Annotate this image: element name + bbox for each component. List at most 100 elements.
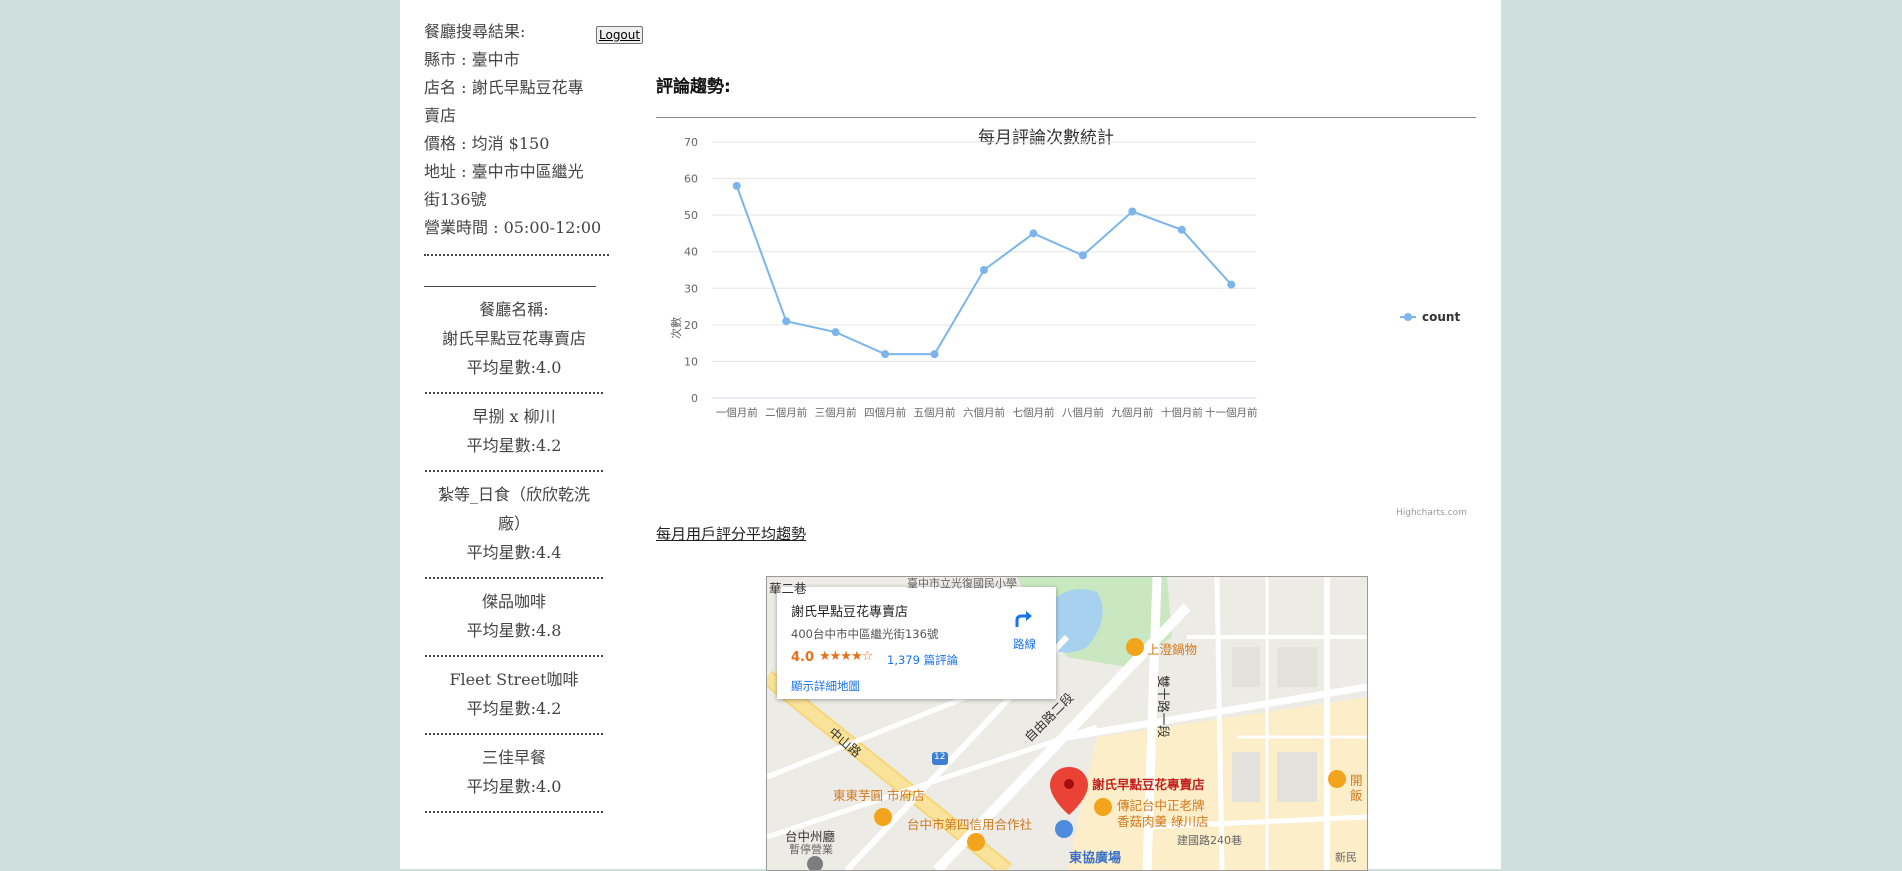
map-label-pin: 謝氏早點豆花專賣店 — [1092, 777, 1205, 792]
map-label-shuangshi: 雙十路一段 — [1155, 675, 1171, 738]
chart-legend[interactable]: count — [1400, 310, 1460, 324]
directions-icon[interactable] — [1013, 607, 1035, 629]
x-tick-label: 十一個月前 — [1205, 406, 1258, 419]
restaurant-rating: 平均星數:4.2 — [466, 699, 562, 718]
chart-title: 每月評論次數統計 — [978, 128, 1114, 148]
restaurant-poi-icon[interactable] — [967, 833, 985, 851]
page-panel: 餐廳搜尋結果: 縣市 : 臺中市 店名 : 謝氏早點豆花專 賣店 價格 : 均消… — [400, 0, 1501, 871]
restaurant-name-cont: 廠） — [497, 514, 530, 533]
info-store-name-cont: 賣店 — [424, 106, 457, 125]
y-tick-label: 50 — [684, 209, 698, 222]
info-store-name: 店名 : 謝氏早點豆花專 — [424, 78, 584, 97]
info-price: 價格 : 均消 $150 — [424, 134, 550, 153]
x-tick-label: 五個月前 — [914, 406, 956, 419]
map-label-fan: 飯 — [1350, 788, 1363, 803]
x-tick-label: 七個月前 — [1012, 406, 1054, 419]
restaurant-list: 餐廳名稱: 謝氏早點豆花專賣店 平均星數:4.0 早捌 x 柳川 平均星數:4.… — [424, 287, 604, 813]
restaurant-name: 早捌 x 柳川 — [472, 407, 556, 426]
restaurant-rating: 平均星數:4.8 — [466, 621, 562, 640]
map-label-school: 臺中市立光復國民小學 — [907, 577, 1017, 590]
directions-link[interactable]: 路線 — [1013, 636, 1036, 652]
restaurant-poi-icon[interactable] — [1094, 798, 1112, 816]
bank-poi-icon[interactable] — [1055, 820, 1073, 838]
place-card: 謝氏早點豆花專賣店 400台中市中區繼光街136號 4.0 ★★★★☆ 1,37… — [777, 587, 1056, 699]
y-tick-label: 60 — [684, 173, 698, 186]
rating-trend-link[interactable]: 每月用戶評分平均趨勢 — [656, 523, 806, 544]
rating-stars-icon: ★★★★☆ — [819, 649, 873, 664]
list-item: 三佳早餐 平均星數:4.0 — [424, 735, 604, 813]
restaurant-poi-icon[interactable] — [1126, 638, 1144, 656]
dotted-divider — [425, 811, 603, 813]
list-heading: 餐廳名稱: — [479, 300, 549, 319]
map-label-hotpot: 上澄鍋物 — [1147, 642, 1198, 657]
x-tick-label: 三個月前 — [815, 406, 857, 419]
restaurant-rating: 平均星數:4.4 — [466, 543, 562, 562]
data-point[interactable] — [1029, 229, 1038, 238]
x-tick-label: 四個月前 — [864, 406, 906, 419]
info-heading: 餐廳搜尋結果: — [424, 22, 526, 41]
place-reviews-link[interactable]: 1,379 篇評論 — [887, 652, 958, 668]
y-tick-label: 70 — [684, 136, 698, 149]
legend-marker-icon — [1404, 313, 1412, 321]
data-point[interactable] — [1177, 225, 1186, 234]
restaurant-rating: 平均星數:4.0 — [466, 777, 562, 796]
y-axis-label: 次數 — [669, 317, 683, 339]
legend-label: count — [1422, 310, 1460, 324]
y-tick-label: 10 — [684, 355, 698, 368]
info-hours: 營業時間 : 05:00-12:00 — [424, 218, 602, 237]
series-points — [732, 181, 1236, 359]
y-tick-label: 20 — [684, 319, 698, 332]
section-title: 評論趨勢: — [656, 77, 731, 97]
info-address: 地址 : 臺中市中區繼光 — [424, 162, 584, 181]
y-tick-label: 30 — [684, 282, 698, 295]
review-count-chart: 每月評論次數統計 0 10 20 30 40 50 60 70 次數 一個月前 二個月前 三個月前… — [669, 128, 1467, 518]
list-item: Fleet Street咖啡 平均星數:4.2 — [424, 657, 604, 735]
data-point[interactable] — [1227, 280, 1236, 289]
y-tick-label: 40 — [684, 246, 698, 259]
x-tick-label: 九個月前 — [1111, 406, 1153, 419]
data-point[interactable] — [831, 328, 840, 337]
list-item: 紮等_日食（欣欣乾洗 廠） 平均星數:4.4 — [424, 472, 604, 579]
view-larger-map-link[interactable]: 顯示詳細地圖 — [791, 678, 860, 694]
restaurant-rating: 平均星數:4.2 — [466, 436, 562, 455]
x-axis-ticks: 一個月前 二個月前 三個月前 四個月前 五個月前 六個月前 七個月前 八個月前 九個月前 十個月前… — [716, 406, 1258, 419]
x-tick-label: 六個月前 — [963, 406, 1005, 419]
restaurant-name: 傑品咖啡 — [481, 592, 546, 611]
list-item: 早捌 x 柳川 平均星數:4.2 — [424, 394, 604, 472]
map-label-coop: 台中市第四信用合作社 — [907, 817, 1033, 832]
data-point[interactable] — [782, 317, 791, 326]
sidebar: 餐廳搜尋結果: 縣市 : 臺中市 店名 : 謝氏早點豆花專 賣店 價格 : 均消… — [424, 18, 609, 813]
place-name: 謝氏早點豆花專賣店 — [791, 605, 909, 620]
x-tick-label: 一個月前 — [716, 406, 758, 419]
embedded-map[interactable]: 謝氏早點豆花專賣店 400台中市中區繼光街136號 4.0 ★★★★☆ 1,37… — [766, 576, 1368, 871]
list-item: 餐廳名稱: 謝氏早點豆花專賣店 平均星數:4.0 — [424, 287, 604, 394]
list-item: 傑品咖啡 平均星數:4.8 — [424, 579, 604, 657]
restaurant-rating: 平均星數:4.0 — [466, 358, 562, 377]
restaurant-poi-icon[interactable] — [1328, 770, 1346, 788]
restaurant-name: 紮等_日食（欣欣乾洗 — [437, 485, 590, 504]
chart-credits[interactable]: Highcharts.com — [1396, 508, 1467, 518]
data-point[interactable] — [1128, 207, 1137, 216]
map-label-sheng: 新民 — [1335, 851, 1357, 864]
map-label-jianguo: 建國路240巷 — [1177, 834, 1242, 847]
map-label-taro: 東東芋圓 市府店 — [833, 788, 925, 803]
y-axis-ticks: 0 10 20 30 40 50 60 70 — [684, 136, 698, 405]
data-point[interactable] — [930, 350, 939, 359]
logout-button[interactable]: Logout — [596, 26, 644, 44]
data-point[interactable] — [732, 181, 741, 190]
x-tick-label: 八個月前 — [1062, 406, 1104, 419]
data-point[interactable] — [980, 266, 988, 274]
restaurant-name: Fleet Street咖啡 — [449, 670, 579, 689]
info-city: 縣市 : 臺中市 — [424, 50, 520, 69]
map-label-noodle-2: 香菇肉羹 綠川店 — [1117, 814, 1209, 829]
dotted-divider — [424, 254, 609, 256]
x-tick-label: 十個月前 — [1161, 406, 1203, 419]
y-tick-label: 0 — [691, 392, 698, 405]
place-address: 400台中市中區繼光街136號 — [791, 627, 939, 641]
data-point[interactable] — [1078, 251, 1087, 260]
map-label-plaza: 東協廣場 — [1069, 851, 1122, 866]
restaurant-poi-icon[interactable] — [874, 808, 892, 826]
data-point[interactable] — [881, 350, 890, 359]
place-rating: 4.0 — [791, 650, 815, 665]
map-label-hall-status: 暫停營業 — [789, 843, 833, 856]
